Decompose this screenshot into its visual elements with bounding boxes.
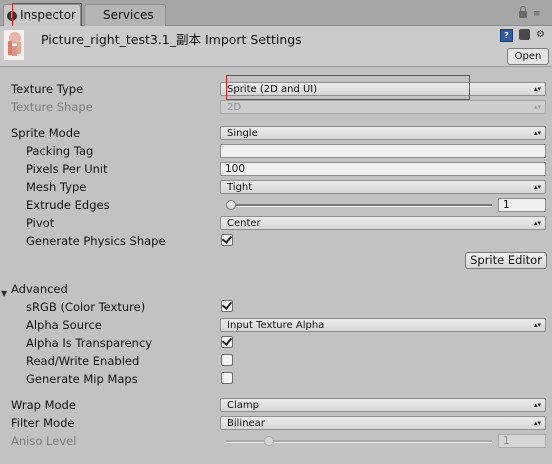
tab-inspector[interactable]: i Inspector bbox=[3, 4, 81, 26]
alpha-is-transparency-checkbox[interactable] bbox=[221, 335, 233, 348]
alpha-source-label: Alpha Source bbox=[26, 318, 102, 332]
packing-tag-label: Packing Tag bbox=[26, 144, 94, 158]
extrude-edges-slider-thumb[interactable] bbox=[226, 200, 236, 210]
dropdown-arrow-icon: ▴▾ bbox=[533, 129, 541, 137]
tab-services[interactable]: Services bbox=[84, 4, 166, 26]
asset-header: Picture_right_test3.1_副本 Import Settings… bbox=[0, 26, 552, 67]
checkmark-icon bbox=[221, 233, 233, 244]
wrap-mode-label: Wrap Mode bbox=[11, 398, 76, 412]
dropdown-arrow-icon: ▴▾ bbox=[533, 419, 541, 427]
generate-mip-maps-label: Generate Mip Maps bbox=[26, 372, 138, 386]
extrude-edges-field[interactable]: 1 bbox=[498, 198, 546, 212]
read-write-label: Read/Write Enabled bbox=[26, 354, 140, 368]
texture-type-value: Sprite (2D and UI) bbox=[227, 84, 318, 95]
wrap-mode-dropdown[interactable]: Clamp ▴▾ bbox=[220, 398, 546, 412]
checkmark-icon bbox=[221, 299, 233, 310]
texture-shape-dropdown: 2D ▴▾ bbox=[220, 100, 546, 114]
mesh-type-dropdown[interactable]: Tight ▴▾ bbox=[220, 180, 546, 194]
sprite-mode-label: Sprite Mode bbox=[11, 126, 81, 140]
pivot-label: Pivot bbox=[26, 216, 55, 230]
dropdown-arrow-icon: ▴▾ bbox=[533, 219, 541, 227]
texture-type-label: Texture Type bbox=[11, 82, 84, 96]
extrude-edges-slider[interactable] bbox=[226, 204, 492, 207]
filter-mode-label: Filter Mode bbox=[11, 416, 75, 430]
generate-mip-maps-checkbox[interactable] bbox=[221, 372, 233, 384]
pivot-value: Center bbox=[227, 218, 261, 229]
srgb-label: sRGB (Color Texture) bbox=[26, 300, 146, 314]
mesh-type-value: Tight bbox=[227, 182, 253, 193]
checkmark-icon bbox=[221, 335, 233, 346]
aniso-level-slider-thumb bbox=[264, 436, 274, 446]
aniso-level-field: 1 bbox=[498, 434, 546, 448]
dropdown-arrow-icon: ▴▾ bbox=[533, 401, 541, 409]
asset-title: Picture_right_test3.1_副本 Import Settings bbox=[41, 32, 302, 47]
settings-icon[interactable] bbox=[519, 29, 530, 40]
gear-icon[interactable]: ⚙ bbox=[536, 29, 547, 40]
filter-mode-dropdown[interactable]: Bilinear ▴▾ bbox=[220, 416, 546, 430]
pixels-per-unit-value: 100 bbox=[225, 163, 246, 175]
info-icon: i bbox=[7, 11, 17, 21]
advanced-foldout-label[interactable]: Advanced bbox=[11, 282, 68, 296]
tab-bar: i Inspector Services ≡ bbox=[0, 0, 552, 26]
srgb-checkbox[interactable] bbox=[221, 299, 233, 312]
aniso-level-label: Aniso Level bbox=[11, 434, 77, 448]
wrap-mode-value: Clamp bbox=[227, 400, 259, 411]
texture-type-dropdown[interactable]: Sprite (2D and UI) ▴▾ bbox=[220, 82, 546, 96]
generate-physics-shape-checkbox[interactable] bbox=[221, 233, 233, 246]
help-icon[interactable]: ? bbox=[500, 29, 513, 42]
sprite-mode-dropdown[interactable]: Single ▴▾ bbox=[220, 126, 546, 140]
aniso-level-value: 1 bbox=[503, 435, 510, 447]
dropdown-arrow-icon: ▴▾ bbox=[533, 103, 541, 111]
alpha-source-dropdown[interactable]: Input Texture Alpha ▴▾ bbox=[220, 318, 546, 332]
sprite-mode-value: Single bbox=[227, 128, 258, 139]
tab-inspector-label: Inspector bbox=[20, 8, 76, 22]
extrude-edges-label: Extrude Edges bbox=[26, 198, 110, 212]
dropdown-arrow-icon: ▴▾ bbox=[533, 85, 541, 93]
generate-physics-shape-label: Generate Physics Shape bbox=[26, 234, 166, 248]
foldout-arrow-icon[interactable]: ▼ bbox=[1, 289, 7, 298]
alpha-source-value: Input Texture Alpha bbox=[227, 320, 325, 331]
texture-shape-value: 2D bbox=[227, 102, 242, 113]
tab-services-label: Services bbox=[103, 8, 154, 22]
alpha-is-transparency-label: Alpha Is Transparency bbox=[26, 336, 153, 350]
texture-shape-label: Texture Shape bbox=[11, 100, 93, 114]
pixels-per-unit-label: Pixels Per Unit bbox=[26, 162, 108, 176]
mesh-type-label: Mesh Type bbox=[26, 180, 87, 194]
pivot-dropdown[interactable]: Center ▴▾ bbox=[220, 216, 546, 230]
lock-icon[interactable] bbox=[519, 6, 527, 18]
packing-tag-field[interactable] bbox=[220, 144, 546, 158]
extrude-edges-value: 1 bbox=[503, 199, 510, 211]
dropdown-arrow-icon: ▴▾ bbox=[533, 183, 541, 191]
filter-mode-value: Bilinear bbox=[227, 418, 265, 429]
dropdown-arrow-icon: ▴▾ bbox=[533, 321, 541, 329]
kebab-menu-icon[interactable]: ≡ bbox=[533, 10, 547, 19]
texture-thumbnail-icon bbox=[4, 30, 24, 60]
read-write-checkbox[interactable] bbox=[221, 354, 233, 366]
open-button[interactable]: Open bbox=[507, 48, 549, 65]
pixels-per-unit-field[interactable]: 100 bbox=[220, 162, 546, 176]
sprite-editor-button[interactable]: Sprite Editor bbox=[465, 252, 547, 269]
